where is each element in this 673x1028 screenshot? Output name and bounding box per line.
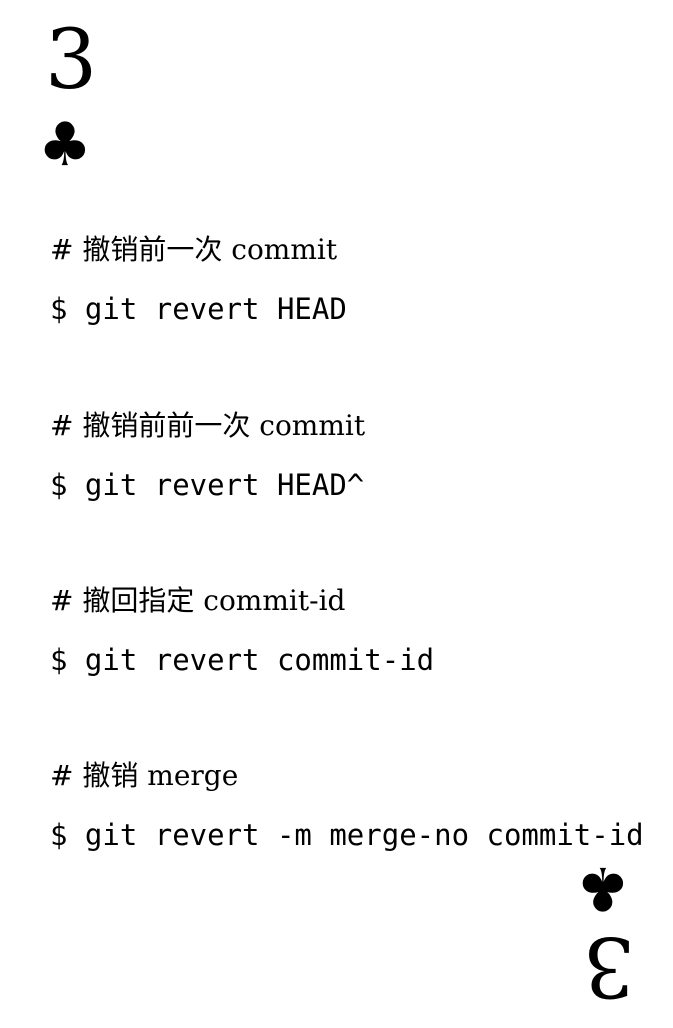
club-icon: ♣ — [38, 110, 92, 180]
club-icon: ♣ — [576, 853, 630, 923]
snippet-comment: # 撤回指定 commit-id — [50, 584, 346, 617]
snippet-comment: # 撤销前一次 commit — [50, 233, 338, 266]
snippet-block: # 撤回指定 commit-id $ git revert commit-id — [50, 583, 660, 679]
snippet-command: $ git revert HEAD — [50, 292, 347, 326]
card-rank-top: 3 — [45, 13, 98, 108]
snippet-comment: # 撤销 merge — [50, 759, 239, 792]
card-rank-bottom: 3 — [583, 918, 636, 1013]
snippet-command: $ git revert HEAD^ — [50, 468, 365, 502]
snippet-block: # 撤销前一次 commit $ git revert HEAD — [50, 232, 660, 328]
snippet-block: # 撤销 merge $ git revert -m merge-no comm… — [50, 758, 660, 854]
snippet-comment: # 撤销前前一次 commit — [50, 409, 366, 442]
snippet-command: $ git revert -m merge-no commit-id — [50, 818, 644, 852]
snippet-command: $ git revert commit-id — [50, 643, 435, 677]
snippet-block: # 撤销前前一次 commit $ git revert HEAD^ — [50, 408, 660, 504]
